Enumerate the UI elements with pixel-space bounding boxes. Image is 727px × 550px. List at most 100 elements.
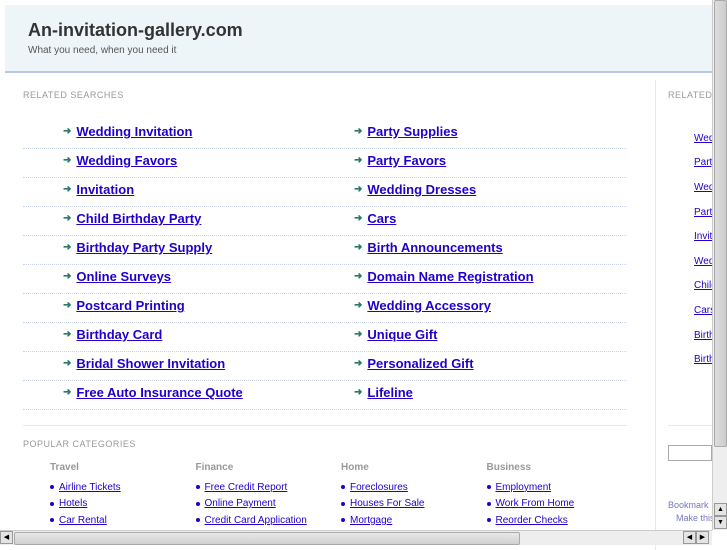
bookmark-link[interactable]: Bookmark	[668, 500, 712, 510]
arrow-icon: ➜	[354, 358, 363, 369]
divider	[23, 425, 627, 426]
category-link[interactable]: Work From Home	[496, 498, 575, 509]
related-row: ➜ Birthday Card ➜ Unique Gift	[23, 323, 627, 352]
related-item: ➜ Child Birthday Party	[63, 211, 201, 226]
scroll-left-button-end[interactable]: ◀	[683, 531, 696, 544]
related-link[interactable]: Party Favors	[367, 153, 446, 168]
category-item: Hotels	[50, 496, 190, 513]
category-link[interactable]: Car Rental	[59, 515, 107, 526]
arrow-icon: ➜	[63, 387, 72, 398]
related-link[interactable]: Birthday Party Supply	[76, 240, 212, 255]
category-finance: Finance Free Credit Report Online Payment C…	[195, 462, 336, 529]
sidebar-item: Child Birthday Party	[688, 274, 712, 299]
category-item: Reorder Checks	[486, 512, 627, 529]
arrow-icon: ➜	[63, 358, 72, 369]
related-item: ➜ Birthday Card	[63, 327, 162, 342]
related-link[interactable]: Free Auto Insurance Quote	[76, 385, 242, 400]
category-link[interactable]: Credit Card Application	[205, 515, 307, 526]
related-item: ➜ Wedding Favors	[63, 153, 177, 168]
category-link[interactable]: Reorder Checks	[496, 515, 568, 526]
related-link[interactable]: Child Birthday Party	[76, 211, 201, 226]
related-item: ➜ Party Supplies	[354, 124, 458, 139]
category-item: Work From Home	[486, 496, 627, 513]
sidebar-link[interactable]: Birth Announcements	[694, 354, 712, 365]
related-link[interactable]: Invitation	[76, 182, 134, 197]
category-item: Foreclosures	[341, 479, 481, 496]
related-link[interactable]: Bridal Shower Invitation	[76, 356, 225, 371]
sidebar-item: Party Favors	[688, 200, 712, 225]
related-link[interactable]: Online Surveys	[76, 269, 171, 284]
related-link[interactable]: Domain Name Registration	[367, 269, 533, 284]
category-link[interactable]: Online Payment	[205, 498, 276, 509]
make-homepage-link[interactable]: Make this	[676, 513, 712, 523]
sidebar-link[interactable]: Cars	[694, 305, 712, 316]
category-link[interactable]: Foreclosures	[350, 482, 408, 493]
category-link[interactable]: Mortgage	[350, 515, 392, 526]
related-link[interactable]: Wedding Favors	[76, 153, 177, 168]
arrow-icon: ➜	[354, 329, 363, 340]
bullet-icon	[195, 501, 200, 506]
category-item: Credit Card Application	[195, 512, 336, 529]
related-row: ➜ Wedding Invitation ➜ Party Supplies	[23, 120, 627, 149]
category-link[interactable]: Hotels	[59, 498, 87, 509]
sidebar-link[interactable]: Wedding Dresses	[694, 256, 712, 267]
horizontal-scrollbar[interactable]: ◀ ◀ ▶	[0, 530, 712, 545]
related-link[interactable]: Postcard Printing	[76, 298, 184, 313]
related-item: ➜ Unique Gift	[354, 327, 437, 342]
arrow-icon: ➜	[354, 213, 363, 224]
related-row: ➜ Invitation ➜ Wedding Dresses	[23, 178, 627, 207]
related-row: ➜ Birthday Party Supply ➜ Birth Announcemen…	[23, 236, 627, 265]
sidebar-item: Cars	[688, 298, 712, 323]
scroll-down-button[interactable]: ▼	[714, 516, 727, 529]
arrow-icon: ➜	[354, 155, 363, 166]
category-link[interactable]: Houses For Sale	[350, 498, 424, 509]
related-link[interactable]: Unique Gift	[367, 327, 437, 342]
related-link[interactable]: Birth Announcements	[367, 240, 502, 255]
category-item: Online Payment	[195, 496, 336, 513]
related-item: ➜ Bridal Shower Invitation	[63, 356, 225, 371]
scroll-up-button[interactable]: ▲	[714, 503, 727, 516]
divider	[668, 425, 712, 426]
scroll-left-button[interactable]: ◀	[0, 531, 13, 544]
related-link[interactable]: Wedding Invitation	[76, 124, 192, 139]
related-link[interactable]: Party Supplies	[367, 124, 457, 139]
related-link[interactable]: Birthday Card	[76, 327, 162, 342]
bullet-icon	[195, 485, 200, 490]
category-link[interactable]: Employment	[496, 482, 552, 493]
related-link[interactable]: Wedding Dresses	[367, 182, 476, 197]
popular-categories-label: POPULAR CATEGORIES	[23, 439, 136, 449]
category-item: Airline Tickets	[50, 479, 190, 496]
arrow-icon: ➜	[63, 300, 72, 311]
related-item: ➜ Invitation	[63, 182, 134, 197]
category-item: Houses For Sale	[341, 496, 481, 513]
related-link[interactable]: Wedding Accessory	[367, 298, 491, 313]
related-link[interactable]: Personalized Gift	[367, 356, 473, 371]
bullet-icon	[50, 485, 54, 490]
sidebar-link[interactable]: Child Birthday Party	[694, 280, 712, 291]
horizontal-scroll-thumb[interactable]	[14, 532, 520, 545]
scroll-right-button[interactable]: ▶	[696, 531, 709, 544]
sidebar-link[interactable]: Party Favors	[694, 207, 712, 218]
category-link[interactable]: Free Credit Report	[205, 482, 288, 493]
category-link[interactable]: Airline Tickets	[59, 482, 121, 493]
sidebar-item: Party Supplies	[688, 151, 712, 176]
sidebar-link[interactable]: Wedding Invitation	[694, 133, 712, 144]
sidebar-link[interactable]: Birthday Party Supply	[694, 330, 712, 341]
vertical-scroll-thumb[interactable]	[714, 0, 727, 447]
related-row: ➜ Wedding Favors ➜ Party Favors	[23, 149, 627, 178]
bullet-icon	[341, 485, 345, 490]
arrow-icon: ➜	[354, 184, 363, 195]
vertical-scrollbar[interactable]: ▲ ▼	[712, 0, 727, 530]
related-link[interactable]: Cars	[367, 211, 396, 226]
related-link[interactable]: Lifeline	[367, 385, 413, 400]
sidebar-link[interactable]: Wedding Favors	[694, 182, 712, 193]
sidebar-link[interactable]: Invitation	[694, 231, 712, 242]
bullet-icon	[195, 518, 200, 523]
sidebar-search-input[interactable]	[668, 445, 712, 461]
arrow-icon: ➜	[63, 184, 72, 195]
arrow-icon: ➜	[354, 271, 363, 282]
site-title: An-invitation-gallery.com	[28, 20, 243, 40]
category-title: Finance	[195, 462, 234, 473]
sidebar-link[interactable]: Party Supplies	[694, 157, 712, 168]
category-title: Home	[341, 462, 369, 473]
